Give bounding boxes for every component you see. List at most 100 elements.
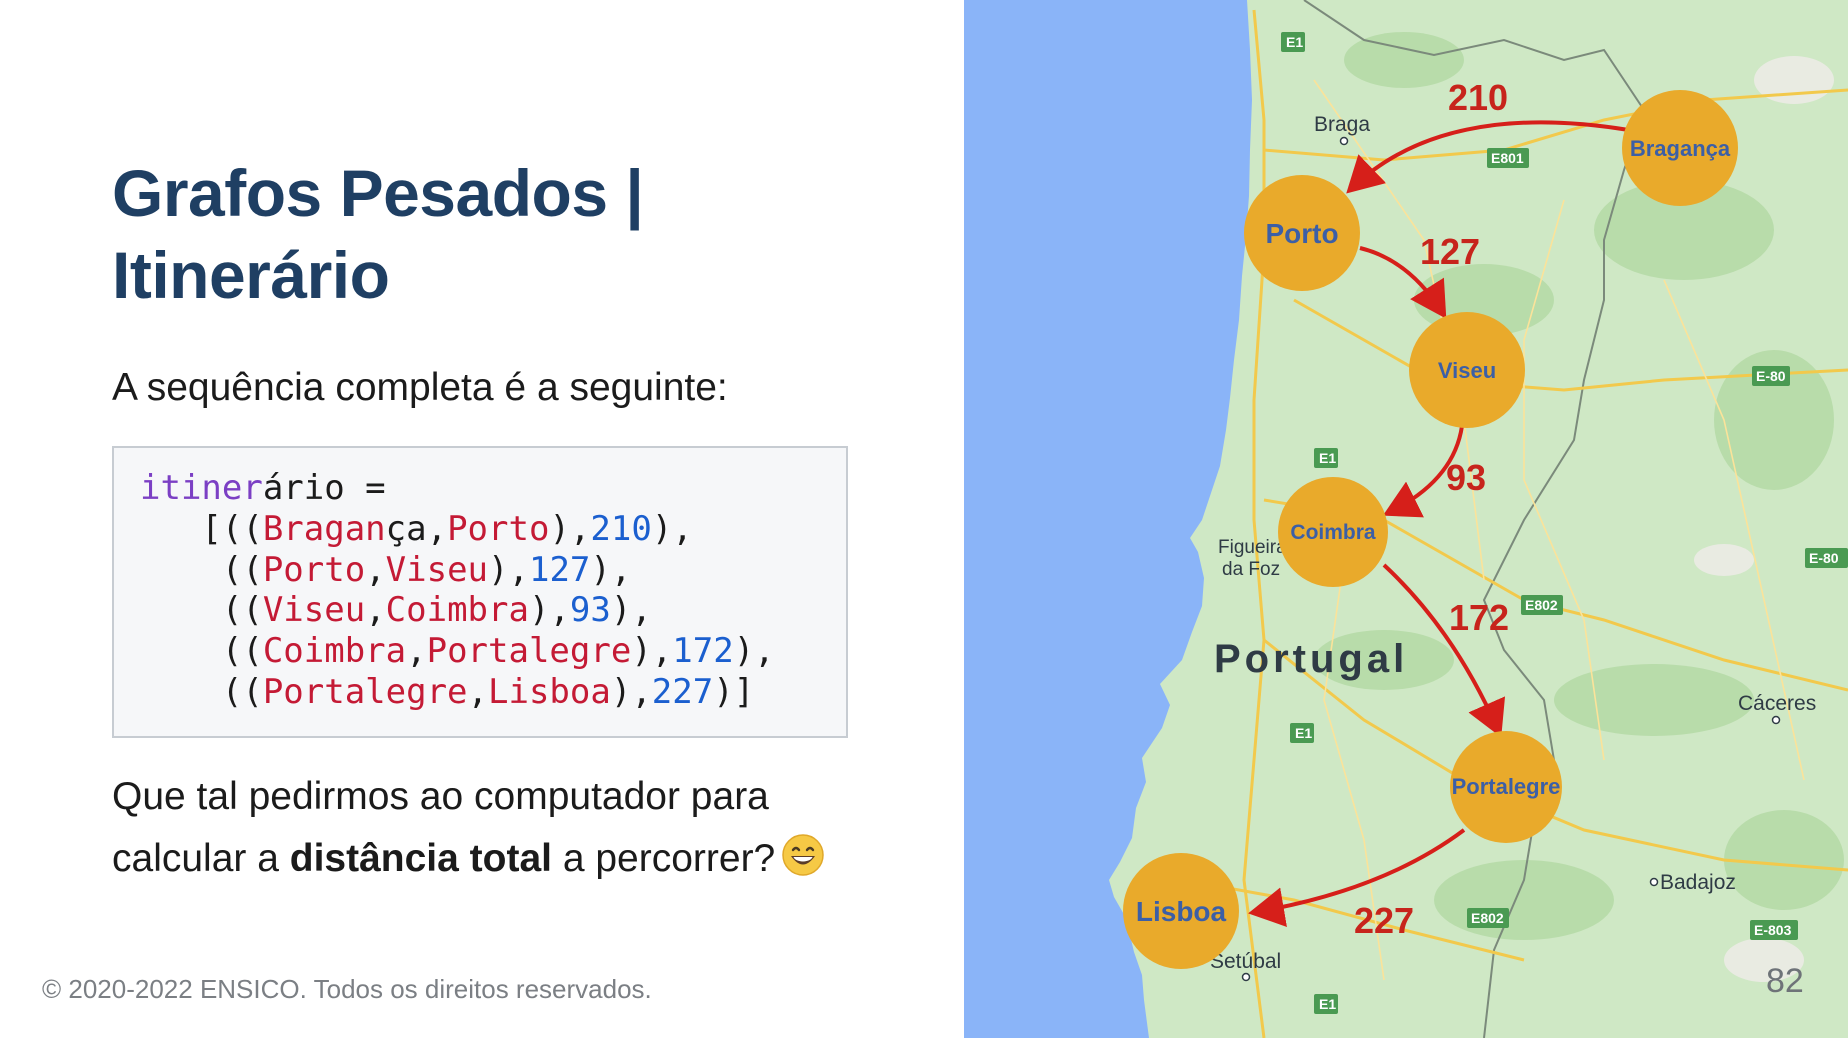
code-token: ), [610,671,652,712]
footer-copyright: © 2020-2022 ENSICO. Todos os direitos re… [42,974,652,1004]
city-node-viseu: Viseu [1409,312,1525,428]
city-node-lisboa: Lisboa [1123,853,1239,969]
code-token: 210 [590,508,652,549]
code-token: Viseu [262,590,366,631]
code-token: Lisboa [488,671,611,712]
svg-text:E-80: E-80 [1809,550,1839,566]
code-line: [((Bragança,Porto),210), [140,508,693,549]
code-token: 127 [528,549,591,590]
svg-text:Cáceres: Cáceres [1738,692,1816,715]
code-token: (( [140,671,263,712]
code-token: (( [140,631,263,672]
city-node-coimbra: Coimbra [1278,477,1388,587]
code-token: 93 [569,590,611,631]
code-line: ((Porto,Viseu),127), [140,550,631,590]
svg-text:Coimbra: Coimbra [1290,521,1376,544]
code-token: Bragan [262,508,386,549]
map-graphic: Braga Figueira da Foz Cáceres Badajoz Se… [964,0,1848,1038]
road-badge-e80: E-80 [1752,366,1790,386]
road-badge-e802-north: E802 [1521,595,1563,615]
code-token: , [467,671,489,712]
svg-text:Porto: Porto [1265,218,1338,249]
svg-text:E1: E1 [1295,725,1312,741]
code-token: , [365,590,386,631]
svg-text:E802: E802 [1525,597,1558,613]
svg-text:Braga: Braga [1314,113,1370,136]
code-token: Porto [447,508,550,549]
code-token: ), [488,549,529,590]
code-line: ((Coimbra,Portalegre),172), [140,631,775,671]
svg-text:Viseu: Viseu [1438,358,1496,383]
road-badge-e1-north: E1 [1281,32,1305,52]
svg-text:E-80: E-80 [1756,368,1786,384]
code-line: ((Portalegre,Lisboa),227)] [140,672,754,712]
svg-text:E1: E1 [1286,34,1303,50]
svg-text:Figueira: Figueira [1218,537,1287,558]
code-token: ça, [385,508,448,549]
svg-text:da Foz: da Foz [1222,559,1280,580]
road-badge-e1-south: E1 [1290,723,1314,743]
road-badge-e1-lisbon: E1 [1314,994,1338,1014]
map-panel: Braga Figueira da Foz Cáceres Badajoz Se… [964,0,1848,1038]
question-text: Que tal pedirmos ao computador para calc… [112,766,872,890]
distance-label-portalegre-lisboa: 227 [1354,900,1414,941]
grinning-face-icon [782,834,824,876]
code-token: , [365,549,386,590]
slide-title: Grafos Pesados | Itinerário [112,152,892,316]
code-token: ), [528,590,570,631]
svg-text:Setúbal: Setúbal [1210,950,1281,973]
question-part-2: a percorrer? [551,837,776,880]
code-token: )] [713,671,755,712]
code-token: Viseu [385,549,489,590]
code-token: Coimbra [385,590,529,631]
place-figueira-da-foz: Figueira da Foz [1218,537,1287,580]
distance-label-coimbra-portalegre: 172 [1449,597,1509,638]
city-node-braganca: Bragança [1622,90,1738,206]
code-token: ário = [262,468,386,508]
page-number: 82 [1766,962,1804,1000]
question-bold: distância total [289,837,552,880]
distance-label-porto-viseu: 127 [1420,231,1480,272]
road-badge-e80-east: E-80 [1805,548,1848,568]
code-line: itinerário = [140,468,386,508]
code-line: ((Viseu,Coimbra),93), [140,590,652,630]
code-token: ), [631,631,673,672]
distance-label-viseu-coimbra: 93 [1446,457,1486,498]
code-token: ), [610,590,652,631]
code-token: itiner [140,468,263,508]
code-token: 227 [651,671,714,712]
code-token: Portalegre [262,671,468,712]
code-token: 172 [672,631,734,672]
code-token: ), [590,549,632,590]
city-node-portalegre: Portalegre [1450,731,1562,843]
code-token: , [406,631,427,672]
road-badge-e1-center: E1 [1314,448,1338,468]
svg-text:E-803: E-803 [1754,922,1792,938]
code-token: Coimbra [262,631,407,672]
code-token: [(( [140,508,263,549]
code-token: Portalegre [426,631,632,672]
svg-text:Portalegre: Portalegre [1452,774,1561,799]
title-line-1: Grafos Pesados | [112,156,644,230]
road-badge-e803: E-803 [1750,920,1798,940]
svg-text:Lisboa: Lisboa [1136,896,1227,927]
distance-label-braganca-porto: 210 [1448,77,1508,118]
svg-text:Badajoz: Badajoz [1660,871,1736,894]
road-badge-e801: E801 [1487,148,1529,168]
code-token: ), [651,508,693,549]
place-badajoz: Badajoz [1649,871,1736,894]
svg-text:E1: E1 [1319,450,1336,466]
road-badge-e802-south: E802 [1467,908,1509,928]
code-token: (( [140,549,263,590]
code-text: itinerário = [((Bragança,Porto),210), ((… [140,468,822,713]
svg-text:E1: E1 [1319,996,1336,1012]
code-token: ), [549,508,591,549]
svg-text:Bragança: Bragança [1630,136,1731,161]
intro-text: A sequência completa é a seguinte: [112,366,728,409]
city-node-porto: Porto [1244,175,1360,291]
code-token: ), [733,631,775,672]
svg-text:E801: E801 [1491,150,1524,166]
title-line-2: Itinerário [112,238,390,312]
code-block: itinerário = [((Bragança,Porto),210), ((… [112,446,848,738]
code-token: (( [140,590,263,631]
